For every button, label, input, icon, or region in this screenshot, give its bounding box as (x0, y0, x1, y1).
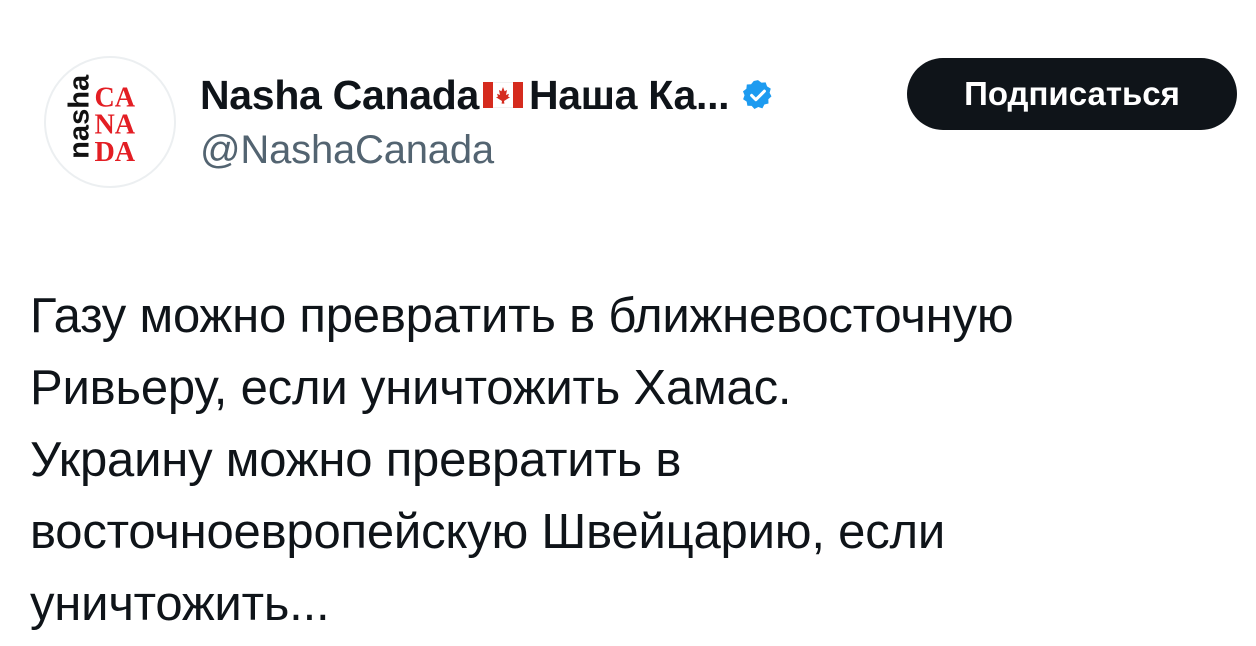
author-display-name-latin[interactable]: Nasha Canada (200, 72, 479, 119)
tweet-text-line: восточноевропейскую Швейцарию, если (30, 505, 946, 559)
tweet-card: nasha CA NA DA Nasha Canada Наша Ка... @… (0, 0, 1256, 646)
tweet-text: Газу можно превратить в ближневосточную … (30, 280, 1230, 640)
canada-flag-icon (482, 82, 523, 108)
verified-badge-icon (743, 80, 772, 110)
tweet-text-line: Газу можно превратить в ближневосточную (30, 289, 1014, 343)
author-handle[interactable]: @NashaCanada (200, 128, 494, 173)
avatar-letters-line3: DA (94, 137, 135, 168)
tweet-text-line: Ривьеру, если уничтожить Хамас. (30, 361, 792, 415)
tweet-text-line: Украину можно превратить в (30, 433, 682, 487)
tweet-text-line: уничтожить... (30, 577, 330, 631)
avatar-side-text: nasha (64, 74, 96, 159)
follow-button[interactable]: Подписаться (907, 58, 1237, 130)
nasha-canada-logo: nasha CA NA DA (64, 74, 136, 168)
author-name-row[interactable]: Nasha Canada Наша Ка... (200, 70, 775, 120)
author-avatar[interactable]: nasha CA NA DA (44, 56, 176, 188)
author-display-name-cyrillic[interactable]: Наша Ка... (529, 72, 730, 119)
